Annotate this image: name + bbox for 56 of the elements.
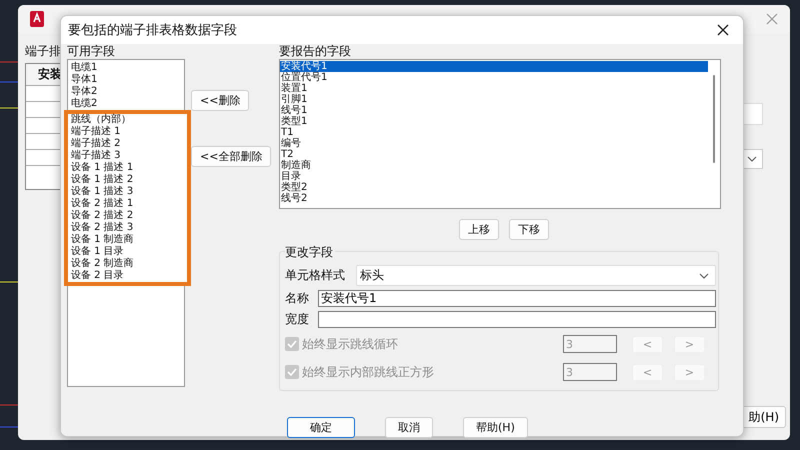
chevron-down-icon <box>747 156 757 162</box>
list-label: 要报告的字段 <box>279 44 352 59</box>
app-logo-icon <box>30 11 44 27</box>
move-up-button[interactable]: 上移 <box>459 219 499 240</box>
list-item[interactable]: 端子描述 3 <box>64 150 191 162</box>
scrollbar-thumb[interactable] <box>713 75 715 163</box>
dialog-button[interactable]: 确定 <box>287 417 355 438</box>
list-item[interactable]: 设备 1 描述 2 <box>64 174 191 186</box>
dropdown[interactable]: 标头 <box>356 265 716 286</box>
list-item[interactable]: 端子描述 1 <box>64 126 191 138</box>
list-item[interactable]: 安装代号1 <box>280 61 708 72</box>
checkbox-label: 始终显示内部跳线正方形 <box>302 364 435 380</box>
close-icon[interactable] <box>717 24 729 36</box>
list-item[interactable]: T1 <box>280 127 708 138</box>
list-item[interactable]: 类型1 <box>280 116 708 127</box>
list-item[interactable]: 设备 2 描述 3 <box>64 222 191 234</box>
input-field[interactable] <box>318 311 716 328</box>
field-label: 单元格样式 <box>285 267 346 284</box>
field-label: 名称 <box>285 290 310 307</box>
list-item[interactable]: 位置代号1 <box>280 72 708 83</box>
list-item[interactable]: 设备 1 描述 3 <box>64 186 191 198</box>
field-label: 宽度 <box>285 311 310 328</box>
remove-all-button[interactable]: <<全部删除 <box>191 146 272 167</box>
list-item[interactable]: 设备 1 制造商 <box>64 234 191 246</box>
list-item[interactable]: 设备 1 描述 1 <box>64 162 191 174</box>
list-item[interactable]: 电缆1 <box>68 62 184 74</box>
list-label: 可用字段 <box>67 44 116 59</box>
list-item[interactable]: 设备 2 目录 <box>64 270 191 286</box>
dialog-button[interactable]: 取消 <box>385 417 433 438</box>
list-item[interactable]: 跳线（内部） <box>64 110 191 126</box>
remove-button[interactable]: <<删除 <box>191 90 250 111</box>
section-label: 端子排 <box>25 43 61 60</box>
list-item[interactable]: 引脚1 <box>280 94 708 105</box>
list-item[interactable]: 电缆2 <box>68 98 184 110</box>
list-item[interactable]: 设备 2 制造商 <box>64 258 191 270</box>
list-item[interactable]: 设备 1 目录 <box>64 246 191 258</box>
list-item[interactable]: 编号 <box>280 138 708 149</box>
list-item[interactable]: 类型2 <box>280 182 708 193</box>
list-item[interactable]: 端子描述 2 <box>64 138 191 150</box>
checkbox-label: 始终显示跳线循环 <box>302 336 399 352</box>
list-item[interactable]: 目录 <box>280 171 708 182</box>
list-item[interactable]: 设备 2 描述 2 <box>64 210 191 222</box>
list-item[interactable]: 线号1 <box>280 105 708 116</box>
list-item[interactable]: 装置1 <box>280 83 708 94</box>
input-field[interactable]: 安装代号1 <box>318 290 716 307</box>
list-item[interactable]: 线号2 <box>280 193 708 204</box>
chevron-down-icon <box>699 272 709 278</box>
move-down-button[interactable]: 下移 <box>509 219 549 240</box>
list-item[interactable]: 导体1 <box>68 74 184 86</box>
group-title: 更改字段 <box>285 244 335 261</box>
list-item[interactable]: 制造商 <box>280 160 708 171</box>
dialog-title: 要包括的端子排表格数据字段 <box>68 22 237 39</box>
list-item[interactable]: 设备 2 描述 1 <box>64 198 191 210</box>
list-item[interactable]: 导体2 <box>68 86 184 98</box>
list-item[interactable]: T2 <box>280 149 708 160</box>
dialog-button[interactable]: 帮助(H) <box>463 417 528 438</box>
